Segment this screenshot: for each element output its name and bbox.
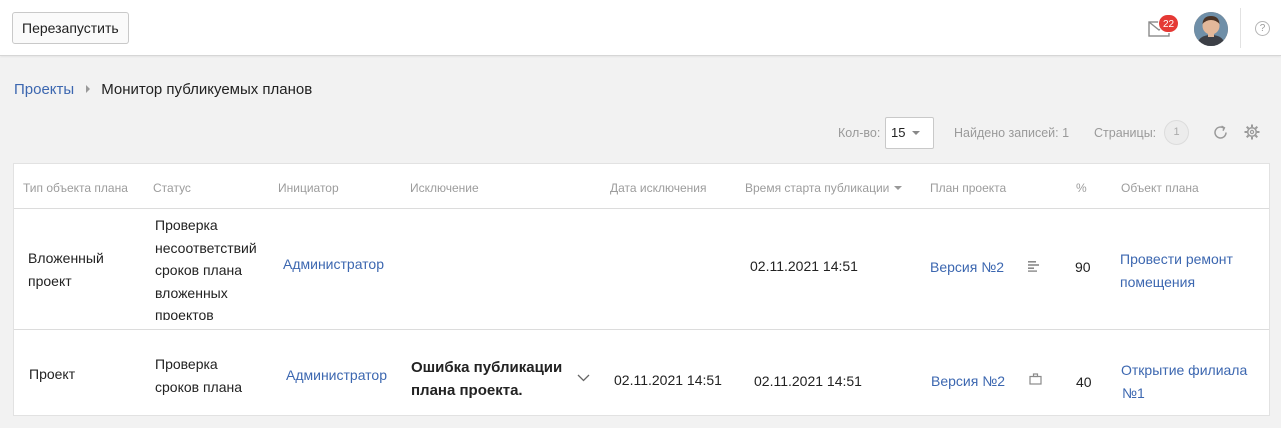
column-header-exception[interactable]: Исключение <box>410 181 479 195</box>
chevron-down-icon <box>912 131 920 135</box>
row-status-line: сроков плана <box>155 262 243 278</box>
row-exception-line: Ошибка публикации <box>411 359 563 376</box>
row-start-time: 02.11.2021 14:51 <box>750 258 858 274</box>
row-status-line: несоответствий <box>155 239 257 256</box>
row-object-line: Открытие филиала <box>1121 362 1248 378</box>
row-object-link[interactable]: Провести ремонт помещения <box>1120 248 1233 293</box>
page-number-button[interactable]: 1 <box>1164 120 1189 145</box>
gantt-icon[interactable] <box>1027 260 1041 272</box>
refresh-icon[interactable] <box>1212 124 1229 141</box>
row-initiator-link[interactable]: Администратор <box>283 253 384 276</box>
column-header-exception-date[interactable]: Дата исключения <box>610 181 707 195</box>
row-type-line: Вложенный <box>28 250 104 266</box>
header-divider <box>1240 8 1241 48</box>
chevron-down-icon[interactable] <box>577 374 590 382</box>
row-plan-link[interactable]: Версия №2 <box>930 256 1004 279</box>
row-initiator-link[interactable]: Администратор <box>286 364 387 387</box>
page-title: Монитор публикуемых планов <box>101 80 313 98</box>
row-type: Проект <box>29 363 75 386</box>
row-plan-link[interactable]: Версия №2 <box>931 370 1005 393</box>
row-status: Проверка сроков плана <box>155 353 242 398</box>
row-exception-line: плана проекта. <box>411 382 523 399</box>
row-object-link[interactable]: Открытие филиала №1 <box>1121 359 1247 404</box>
row-status-line: Проверка <box>155 217 218 233</box>
sort-desc-icon <box>894 186 903 190</box>
column-header-percent[interactable]: % <box>1076 181 1087 195</box>
row-type: Вложенный проект <box>28 247 104 292</box>
column-header-status[interactable]: Статус <box>153 181 191 195</box>
breadcrumb-projects-link[interactable]: Проекты <box>14 81 74 98</box>
row-object-line: помещения <box>1120 273 1196 290</box>
records-found: Найдено записей: 1 <box>954 126 1070 140</box>
row-status-line: сроков плана <box>155 378 243 395</box>
publication-monitor-table: Тип объекта плана Статус Инициатор Исклю… <box>13 163 1270 416</box>
count-label: Кол-во: <box>838 126 881 140</box>
breadcrumb: Проекты Монитор публикуемых планов <box>14 79 312 99</box>
pages-label: Страницы: <box>1094 126 1157 140</box>
row-object-line: Провести ремонт <box>1120 251 1233 267</box>
briefcase-icon[interactable] <box>1029 373 1042 385</box>
column-header-start-time-label: Время старта публикации <box>745 181 890 195</box>
count-value: 15 <box>891 125 906 140</box>
help-icon[interactable]: ? <box>1255 21 1270 36</box>
row-status: Проверка несоответствий сроков плана вло… <box>155 214 257 320</box>
notification-badge: 22 <box>1158 14 1180 33</box>
top-bar: Перезапустить 22 ? <box>0 0 1281 56</box>
avatar[interactable] <box>1194 12 1228 46</box>
row-type-line: Проект <box>29 366 76 382</box>
row-percent: 90 <box>1075 259 1091 275</box>
column-header-initiator[interactable]: Инициатор <box>278 181 339 195</box>
row-divider-line <box>14 329 1269 330</box>
column-header-type[interactable]: Тип объекта плана <box>23 181 128 195</box>
gear-icon[interactable] <box>1244 124 1260 140</box>
header-divider-line <box>14 208 1269 209</box>
row-percent: 40 <box>1076 374 1092 390</box>
breadcrumb-separator-icon <box>86 85 91 93</box>
row-start-time: 02.11.2021 14:51 <box>754 373 862 389</box>
column-header-plan[interactable]: План проекта <box>930 181 1006 195</box>
row-status-line: проектов <box>155 307 214 320</box>
row-status-line: вложенных <box>155 284 228 301</box>
row-status-line: Проверка <box>155 356 218 372</box>
restart-button[interactable]: Перезапустить <box>12 12 129 44</box>
column-header-object[interactable]: Объект плана <box>1121 181 1199 195</box>
count-select[interactable]: 15 <box>885 117 934 149</box>
row-exception-date: 02.11.2021 14:51 <box>614 372 722 388</box>
row-exception: Ошибка публикации плана проекта. <box>411 356 562 402</box>
row-object-line: №1 <box>1122 384 1145 401</box>
row-type-line: проект <box>28 272 72 289</box>
column-header-start-time[interactable]: Время старта публикации <box>745 181 903 195</box>
